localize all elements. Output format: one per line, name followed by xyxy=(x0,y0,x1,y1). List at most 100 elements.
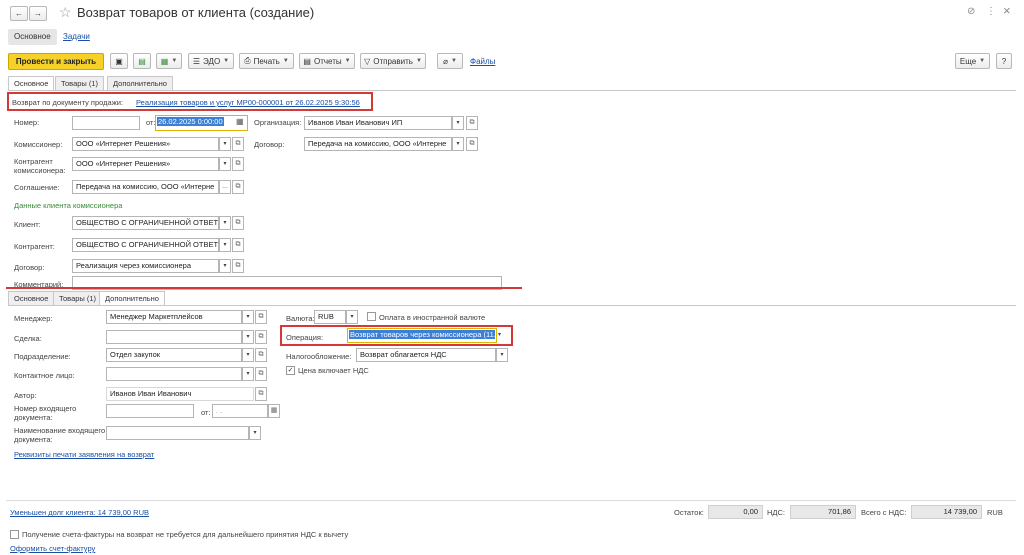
deal-dropdown[interactable]: ▾ xyxy=(242,330,254,344)
currency-input[interactable]: RUB xyxy=(314,310,346,324)
tab-goods[interactable]: Товары (1) xyxy=(55,76,105,91)
tab-main-form[interactable]: Основное xyxy=(8,76,55,91)
agreement-open-icon[interactable]: ⧉ xyxy=(232,180,244,194)
deal-open-icon[interactable]: ⧉ xyxy=(255,330,267,344)
calendar-icon[interactable]: ▦ xyxy=(268,404,280,418)
kontragent-open-icon[interactable]: ⧉ xyxy=(232,238,244,252)
more-icon[interactable]: ⋮ xyxy=(986,6,996,17)
tab-additional[interactable]: Дополнительно xyxy=(107,76,173,91)
department-input[interactable]: Отдел закупок xyxy=(106,348,242,362)
operation-label: Операция: xyxy=(286,333,324,342)
organization-open-icon[interactable]: ⧉ xyxy=(466,116,478,130)
contract-input[interactable]: Передача на комиссию, ООО «Интерне xyxy=(304,137,452,151)
dogovor-open-icon[interactable]: ⧉ xyxy=(232,259,244,273)
contract-dropdown[interactable]: ▾ xyxy=(452,137,464,151)
agreement-choose[interactable]: … xyxy=(219,180,231,194)
incoming-num-input[interactable] xyxy=(106,404,194,418)
close-icon[interactable]: × xyxy=(1003,3,1011,18)
foreign-currency-checkbox[interactable] xyxy=(367,312,376,321)
counterparty-open-icon[interactable]: ⧉ xyxy=(232,157,244,171)
number-input[interactable] xyxy=(72,116,140,130)
more-label: Еще xyxy=(959,56,977,66)
organization-dropdown[interactable]: ▾ xyxy=(452,116,464,130)
edo-icon: ☰ xyxy=(192,56,201,66)
commissioner-dropdown[interactable]: ▾ xyxy=(219,137,231,151)
footer-separator xyxy=(6,500,1016,501)
department-label: Подразделение: xyxy=(14,352,71,361)
taxation-dropdown[interactable]: ▾ xyxy=(496,348,508,362)
currency-dropdown[interactable]: ▾ xyxy=(346,310,358,324)
kontragent-input[interactable]: ОБЩЕСТВО С ОГРАНИЧЕННОЙ ОТВЕТ xyxy=(72,238,219,252)
reports-button[interactable]: ▤ Отчеты ▼ xyxy=(299,53,355,69)
tab-main[interactable]: Основное xyxy=(8,29,57,45)
manager-input[interactable]: Менеджер Маркетплейсов xyxy=(106,310,242,324)
manager-open-icon[interactable]: ⧉ xyxy=(255,310,267,324)
counterparty-label: Контрагент комиссионера: xyxy=(14,157,66,175)
incoming-name-dropdown[interactable]: ▾ xyxy=(249,426,261,440)
price-includes-vat-checkbox[interactable]: ✓ xyxy=(286,366,295,375)
contract-open-icon[interactable]: ⧉ xyxy=(466,137,478,151)
star-icon[interactable]: ☆ xyxy=(59,4,72,21)
manager-dropdown[interactable]: ▾ xyxy=(242,310,254,324)
report-icon: ▤ xyxy=(303,56,311,66)
create-invoice-link[interactable]: Оформить счет-фактуру xyxy=(10,544,95,554)
contact-input[interactable] xyxy=(106,367,242,381)
create-based-button[interactable]: ▦ ▼ xyxy=(156,53,182,69)
edo-button[interactable]: ☰ ЭДО ▼ xyxy=(188,53,234,69)
save-button[interactable]: ▣ xyxy=(110,53,128,69)
incoming-name-input[interactable] xyxy=(106,426,249,440)
taxation-input[interactable]: Возврат облагается НДС xyxy=(356,348,496,362)
vat-value: 701,86 xyxy=(790,505,856,519)
post-and-close-button[interactable]: Провести и закрыть xyxy=(8,53,104,70)
organization-input[interactable]: Иванов Иван Иванович ИП xyxy=(304,116,452,130)
floppy-icon: ▣ xyxy=(115,56,123,66)
counterparty-input[interactable]: ООО «Интернет Решения» xyxy=(72,157,219,171)
help-button[interactable]: ? xyxy=(996,53,1012,69)
department-dropdown[interactable]: ▾ xyxy=(242,348,254,362)
invoice-not-required-checkbox[interactable] xyxy=(10,530,19,539)
commissioner-input[interactable]: ООО «Интернет Решения» xyxy=(72,137,219,151)
debt-link[interactable]: Уменьшен долг клиента: 14 739,00 RUB xyxy=(10,508,149,518)
calendar-icon[interactable]: ▦ xyxy=(236,117,244,126)
operation-input[interactable]: Возврат товаров через комиссионера (11.6 xyxy=(349,330,495,339)
attach-button[interactable]: ⌀ ▼ xyxy=(437,53,463,69)
client-open-icon[interactable]: ⧉ xyxy=(232,216,244,230)
back-button[interactable]: ← xyxy=(10,6,28,21)
client-dropdown[interactable]: ▾ xyxy=(219,216,231,230)
return-doc-link[interactable]: Реализация товаров и услуг МР00-000001 о… xyxy=(136,98,360,108)
print-requisites-link[interactable]: Реквизиты печати заявления на возврат xyxy=(14,450,154,460)
tab-main-lower[interactable]: Основное xyxy=(8,291,55,306)
chevron-down-icon: ▼ xyxy=(415,58,422,64)
agreement-label: Соглашение: xyxy=(14,183,60,192)
dogovor-input[interactable]: Реализация через комиссионера xyxy=(72,259,219,273)
date-input[interactable]: 26.02.2025 0:00:00 xyxy=(157,117,224,126)
forward-button[interactable]: → xyxy=(29,6,47,21)
counterparty-dropdown[interactable]: ▾ xyxy=(219,157,231,171)
commissioner-open-icon[interactable]: ⧉ xyxy=(232,137,244,151)
tab-tasks[interactable]: Задачи xyxy=(63,32,90,41)
send-icon: ▽ xyxy=(364,56,371,66)
author-open-icon[interactable]: ⧉ xyxy=(255,387,267,401)
files-link[interactable]: Файлы xyxy=(470,57,495,66)
client-input[interactable]: ОБЩЕСТВО С ОГРАНИЧЕННОЙ ОТВЕТ xyxy=(72,216,219,230)
operation-dropdown[interactable]: ▾ xyxy=(498,331,501,338)
print-button[interactable]: ⎙ Печать ▼ xyxy=(239,53,294,69)
tab-goods-lower[interactable]: Товары (1) xyxy=(53,291,103,306)
invoice-not-required-label: Получение счета-фактуры на возврат не тр… xyxy=(22,530,349,539)
send-label: Отправить xyxy=(373,56,413,66)
incoming-date-input[interactable]: . . xyxy=(212,404,268,418)
dogovor-dropdown[interactable]: ▾ xyxy=(219,259,231,273)
kontragent-dropdown[interactable]: ▾ xyxy=(219,238,231,252)
deal-input[interactable] xyxy=(106,330,242,344)
more-button[interactable]: Еще ▼ xyxy=(955,53,990,69)
contact-open-icon[interactable]: ⧉ xyxy=(255,367,267,381)
post-button[interactable]: ▤ xyxy=(133,53,151,69)
send-button[interactable]: ▽ Отправить ▼ xyxy=(360,53,426,69)
agreement-input[interactable]: Передача на комиссию, ООО «Интерне xyxy=(72,180,219,194)
contact-dropdown[interactable]: ▾ xyxy=(242,367,254,381)
tab-additional-lower[interactable]: Дополнительно xyxy=(99,291,165,306)
department-open-icon[interactable]: ⧉ xyxy=(255,348,267,362)
link-icon[interactable]: ⊘ xyxy=(967,6,975,17)
chevron-down-icon: ▼ xyxy=(171,58,178,64)
organization-label: Организация: xyxy=(254,118,302,127)
